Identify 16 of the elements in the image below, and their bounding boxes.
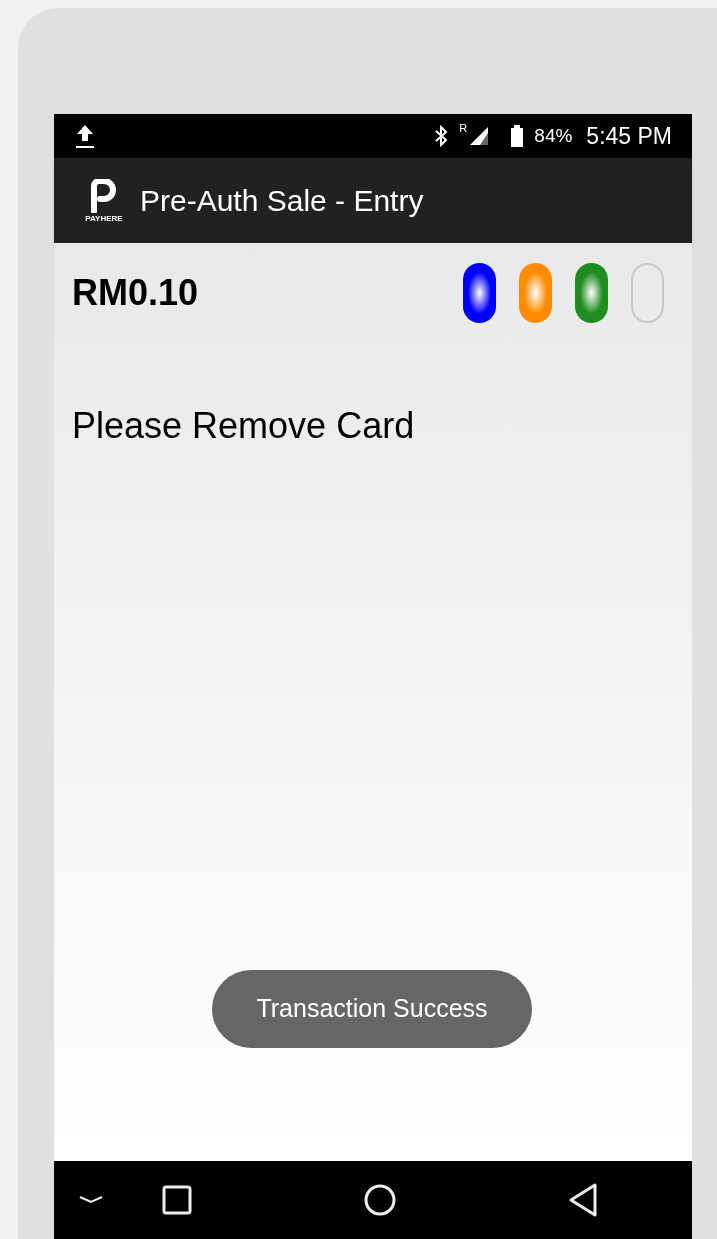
battery-icon [510,124,525,148]
signal-roaming-label: R [459,121,468,136]
bluetooth-icon [433,125,450,147]
payhere-logo: PAYHERE [84,178,124,223]
amount: RM0.10 [72,271,199,315]
home-icon[interactable] [364,1184,396,1216]
recents-icon[interactable] [162,1185,192,1215]
battery-percent: 84% [534,123,573,148]
upload-icon [74,123,96,149]
chevron-down-icon[interactable] [78,1195,104,1205]
clock-time: 5:45 PM [586,121,672,151]
back-icon[interactable] [568,1183,598,1217]
status-message: Please Remove Card [72,404,416,448]
toast-message: Transaction Success [212,970,532,1048]
app-title: Pre-Auth Sale - Entry [140,183,424,219]
signal-icon [468,125,491,147]
